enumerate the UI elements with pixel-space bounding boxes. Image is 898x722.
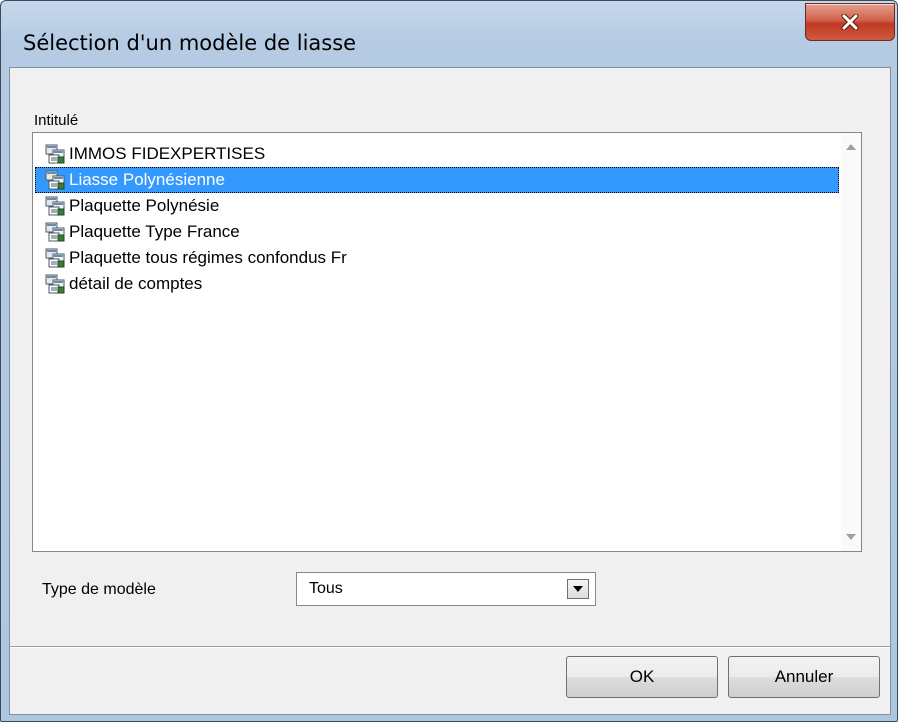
chevron-down-icon xyxy=(846,534,856,540)
template-icon xyxy=(45,222,67,242)
chevron-down-icon xyxy=(573,586,583,592)
list-header-label: Intitulé xyxy=(34,112,79,129)
model-type-select[interactable]: Tous xyxy=(296,572,596,606)
list-item-label: Plaquette Polynésie xyxy=(69,196,220,215)
list-item-label: Plaquette tous régimes confondus Fr xyxy=(69,248,347,267)
template-list: IMMOS FIDEXPERTISES Liasse Polynésienne Pl… xyxy=(35,141,839,297)
list-item[interactable]: détail de comptes xyxy=(35,271,839,297)
list-item[interactable]: Plaquette Type France xyxy=(35,219,839,245)
list-item-label: IMMOS FIDEXPERTISES xyxy=(69,144,266,163)
template-icon xyxy=(45,144,67,164)
dropdown-button[interactable] xyxy=(567,579,589,599)
chevron-up-icon xyxy=(846,144,856,150)
template-icon xyxy=(45,170,67,190)
title-bar[interactable]: Sélection d'un modèle de liasse xyxy=(1,1,897,61)
ok-button[interactable]: OK xyxy=(566,656,718,698)
list-item-label: détail de comptes xyxy=(69,274,203,293)
model-type-value: Tous xyxy=(309,580,343,597)
list-item[interactable]: Plaquette tous régimes confondus Fr xyxy=(35,245,839,271)
template-icon xyxy=(45,274,67,294)
scroll-up-button[interactable] xyxy=(841,137,861,157)
model-type-label: Type de modèle xyxy=(42,581,156,598)
list-item-label: Plaquette Type France xyxy=(69,222,240,241)
list-item-label: Liasse Polynésienne xyxy=(69,170,225,189)
template-icon xyxy=(45,248,67,268)
dialog-window: Sélection d'un modèle de liasse Intitulé… xyxy=(0,0,898,722)
close-button[interactable] xyxy=(805,3,895,41)
dialog-body: Intitulé IMMOS FIDEXPERTISES Liasse Polyn… xyxy=(9,67,891,715)
footer-separator xyxy=(10,646,890,648)
list-item[interactable]: IMMOS FIDEXPERTISES xyxy=(35,141,839,167)
close-icon xyxy=(841,14,859,30)
list-item[interactable]: Liasse Polynésienne xyxy=(35,167,839,193)
template-icon xyxy=(45,196,67,216)
list-item[interactable]: Plaquette Polynésie xyxy=(35,193,839,219)
vertical-scrollbar[interactable] xyxy=(841,133,861,551)
cancel-button[interactable]: Annuler xyxy=(728,656,880,698)
scroll-down-button[interactable] xyxy=(841,527,861,547)
template-listbox[interactable]: IMMOS FIDEXPERTISES Liasse Polynésienne Pl… xyxy=(32,132,862,552)
dialog-title: Sélection d'un modèle de liasse xyxy=(23,31,357,55)
